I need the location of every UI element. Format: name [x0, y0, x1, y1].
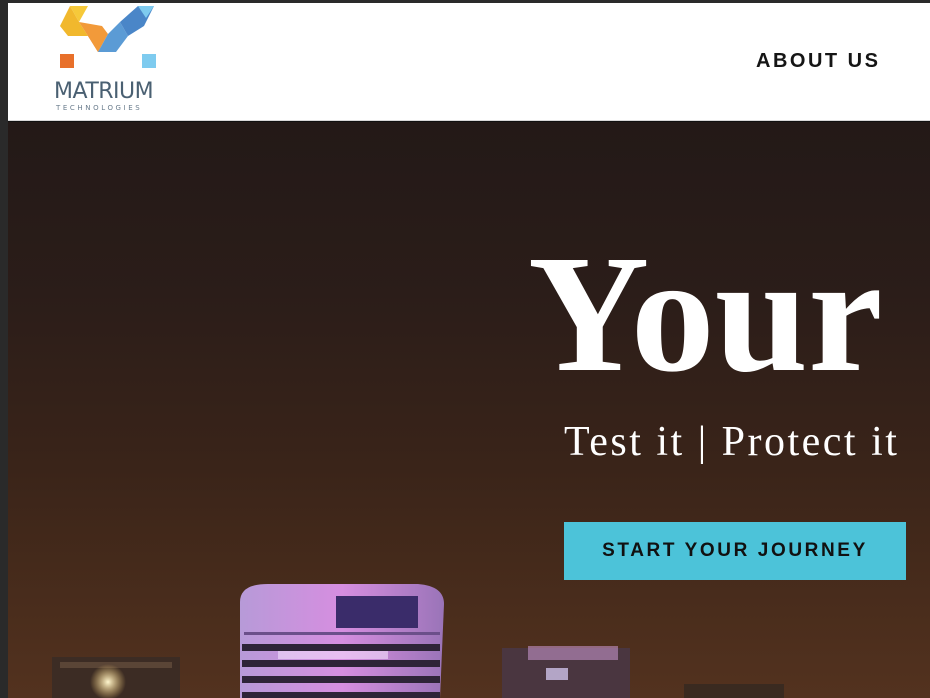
hero-subtitle: Test it | Protect it	[564, 419, 900, 465]
start-your-journey-button[interactable]: START YOUR JOURNEY	[564, 522, 906, 580]
matrium-m-icon	[60, 6, 156, 68]
nav-about-us-link[interactable]: ABOUT US	[756, 50, 880, 73]
window-frame-left	[0, 0, 8, 698]
logo-tagline: TECHNOLOGIES	[56, 104, 143, 112]
hero-title: Your	[528, 221, 883, 407]
city-skyline-background	[52, 584, 784, 698]
matrium-logo-link[interactable]: MATRIUM TECHNOLOGIES	[54, 6, 164, 116]
site-header: MATRIUM TECHNOLOGIES ABOUT US	[8, 3, 930, 121]
logo-wordmark: MATRIUM	[54, 79, 154, 104]
hero-section: Your Test it | Protect it START YOUR JOU…	[8, 122, 930, 698]
